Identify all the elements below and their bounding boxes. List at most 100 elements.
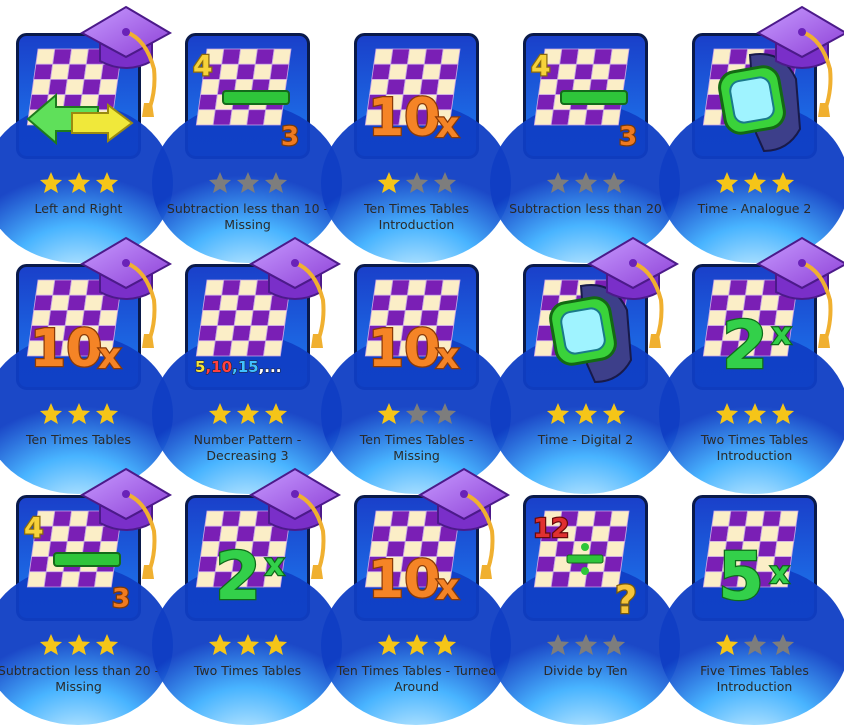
lesson-tile[interactable]: 4 3 Subtraction less than 10 - Missing [152,33,342,263]
svg-text:3: 3 [281,122,299,152]
lesson-label[interactable]: Five Times Tables Introduction [673,663,836,695]
lesson-tile[interactable]: 4 3 Subtraction less than 20 [490,33,680,263]
number-pattern-icon[interactable]: 5,10,15,... [152,264,342,494]
star-filled-icon [770,170,796,196]
star-filled-icon [94,401,120,427]
subtraction-icon[interactable]: 43 [0,495,173,725]
star-filled-icon [742,401,768,427]
svg-text:10: 10 [368,319,440,379]
lesson-grid: Left and Right 4 3 Subtraction less than 1… [0,0,844,725]
lesson-tile[interactable]: 2x Two Times Tables Introduction [659,236,844,494]
lesson-label[interactable]: Left and Right [0,201,160,217]
star-filled-icon [207,401,233,427]
lesson-tile[interactable]: 10 x Ten Times Tables - Turned Around [321,467,511,725]
svg-text:x: x [436,567,459,608]
lesson-tile[interactable]: 5 x Five Times Tables Introduction [659,495,844,725]
lesson-label[interactable]: Divide by Ten [504,663,667,679]
svg-text:4: 4 [531,49,550,82]
star-rating [523,170,648,196]
watch-icon[interactable] [490,264,680,494]
lesson-label[interactable]: Number Pattern - Decreasing 3 [166,432,329,464]
star-filled-icon [376,170,402,196]
star-empty-icon [207,170,233,196]
lesson-label[interactable]: Ten Times Tables [0,432,160,448]
left-right-arrows-icon[interactable] [0,33,173,263]
star-rating [692,170,817,196]
svg-text:3: 3 [112,584,130,614]
star-filled-icon [714,632,740,658]
ten-times-icon[interactable]: 10 x [321,264,511,494]
star-filled-icon [573,401,599,427]
lesson-label[interactable]: Time - Analogue 2 [673,201,836,217]
two-times-icon[interactable]: 2x [659,264,844,494]
lesson-label[interactable]: Two Times Tables Introduction [673,432,836,464]
lesson-tile[interactable]: 5,10,15,... Number Pattern - Decreasing … [152,236,342,494]
star-filled-icon [770,401,796,427]
star-filled-icon [207,632,233,658]
star-filled-icon [94,170,120,196]
star-filled-icon [432,632,458,658]
star-filled-icon [66,632,92,658]
svg-text:x: x [436,336,459,377]
svg-text:10: 10 [368,88,440,148]
lesson-tile[interactable]: 12? Divide by Ten [490,495,680,725]
lesson-tile[interactable]: Left and Right [0,5,173,263]
lesson-tile[interactable]: 43 Subtraction less than 20 - Missing [0,467,173,725]
star-empty-icon [545,632,571,658]
star-filled-icon [404,632,430,658]
svg-text:2: 2 [215,538,261,615]
star-rating [354,632,479,658]
five-times-icon[interactable]: 5x [659,495,844,725]
lesson-label[interactable]: Time - Digital 2 [504,432,667,448]
svg-text:4: 4 [193,49,212,82]
star-filled-icon [38,632,64,658]
star-rating [185,170,310,196]
star-filled-icon [545,401,571,427]
svg-text:2: 2 [722,307,768,384]
lesson-tile[interactable]: 10 x Ten Times Tables Introduction [321,33,511,263]
svg-text:4: 4 [24,511,43,544]
star-filled-icon [235,401,261,427]
star-empty-icon [235,170,261,196]
watch-icon[interactable] [659,33,844,263]
svg-text:10: 10 [368,550,440,610]
lesson-label[interactable]: Subtraction less than 20 - Missing [0,663,160,695]
ten-times-icon[interactable]: 10 x [321,33,511,263]
star-filled-icon [714,170,740,196]
subtraction-icon[interactable]: 43 [152,33,342,263]
ten-times-icon[interactable]: 10 x [321,495,511,725]
lesson-tile[interactable]: Time - Digital 2 [490,236,680,494]
star-filled-icon [94,632,120,658]
svg-text:12: 12 [533,514,569,544]
ten-times-icon[interactable]: 10 x [0,264,173,494]
lesson-label[interactable]: Ten Times Tables Introduction [335,201,498,233]
star-empty-icon [573,632,599,658]
star-empty-icon [601,632,627,658]
star-filled-icon [376,401,402,427]
svg-text:10: 10 [30,319,102,379]
lesson-label[interactable]: Subtraction less than 20 [504,201,667,217]
lesson-label[interactable]: Two Times Tables [166,663,329,679]
svg-text:x: x [98,336,121,377]
lesson-tile[interactable]: Time - Analogue 2 [659,5,844,263]
star-empty-icon [573,170,599,196]
star-rating [16,632,141,658]
lesson-tile[interactable]: 10 x Ten Times Tables - Missing [321,264,511,494]
lesson-tile[interactable]: 2x Two Times Tables [152,467,342,725]
star-empty-icon [601,170,627,196]
subtraction-icon[interactable]: 43 [490,33,680,263]
star-empty-icon [545,170,571,196]
lesson-label[interactable]: Subtraction less than 10 - Missing [166,201,329,233]
lesson-label[interactable]: Ten Times Tables - Missing [335,432,498,464]
star-rating [16,170,141,196]
star-rating [16,401,141,427]
two-times-icon[interactable]: 2x [152,495,342,725]
lesson-tile[interactable]: 10 x Ten Times Tables [0,236,173,494]
divide-icon[interactable]: 12? [490,495,680,725]
star-filled-icon [263,632,289,658]
star-filled-icon [38,401,64,427]
star-filled-icon [742,170,768,196]
star-empty-icon [263,170,289,196]
lesson-label[interactable]: Ten Times Tables - Turned Around [335,663,498,695]
svg-text:x: x [436,105,459,146]
